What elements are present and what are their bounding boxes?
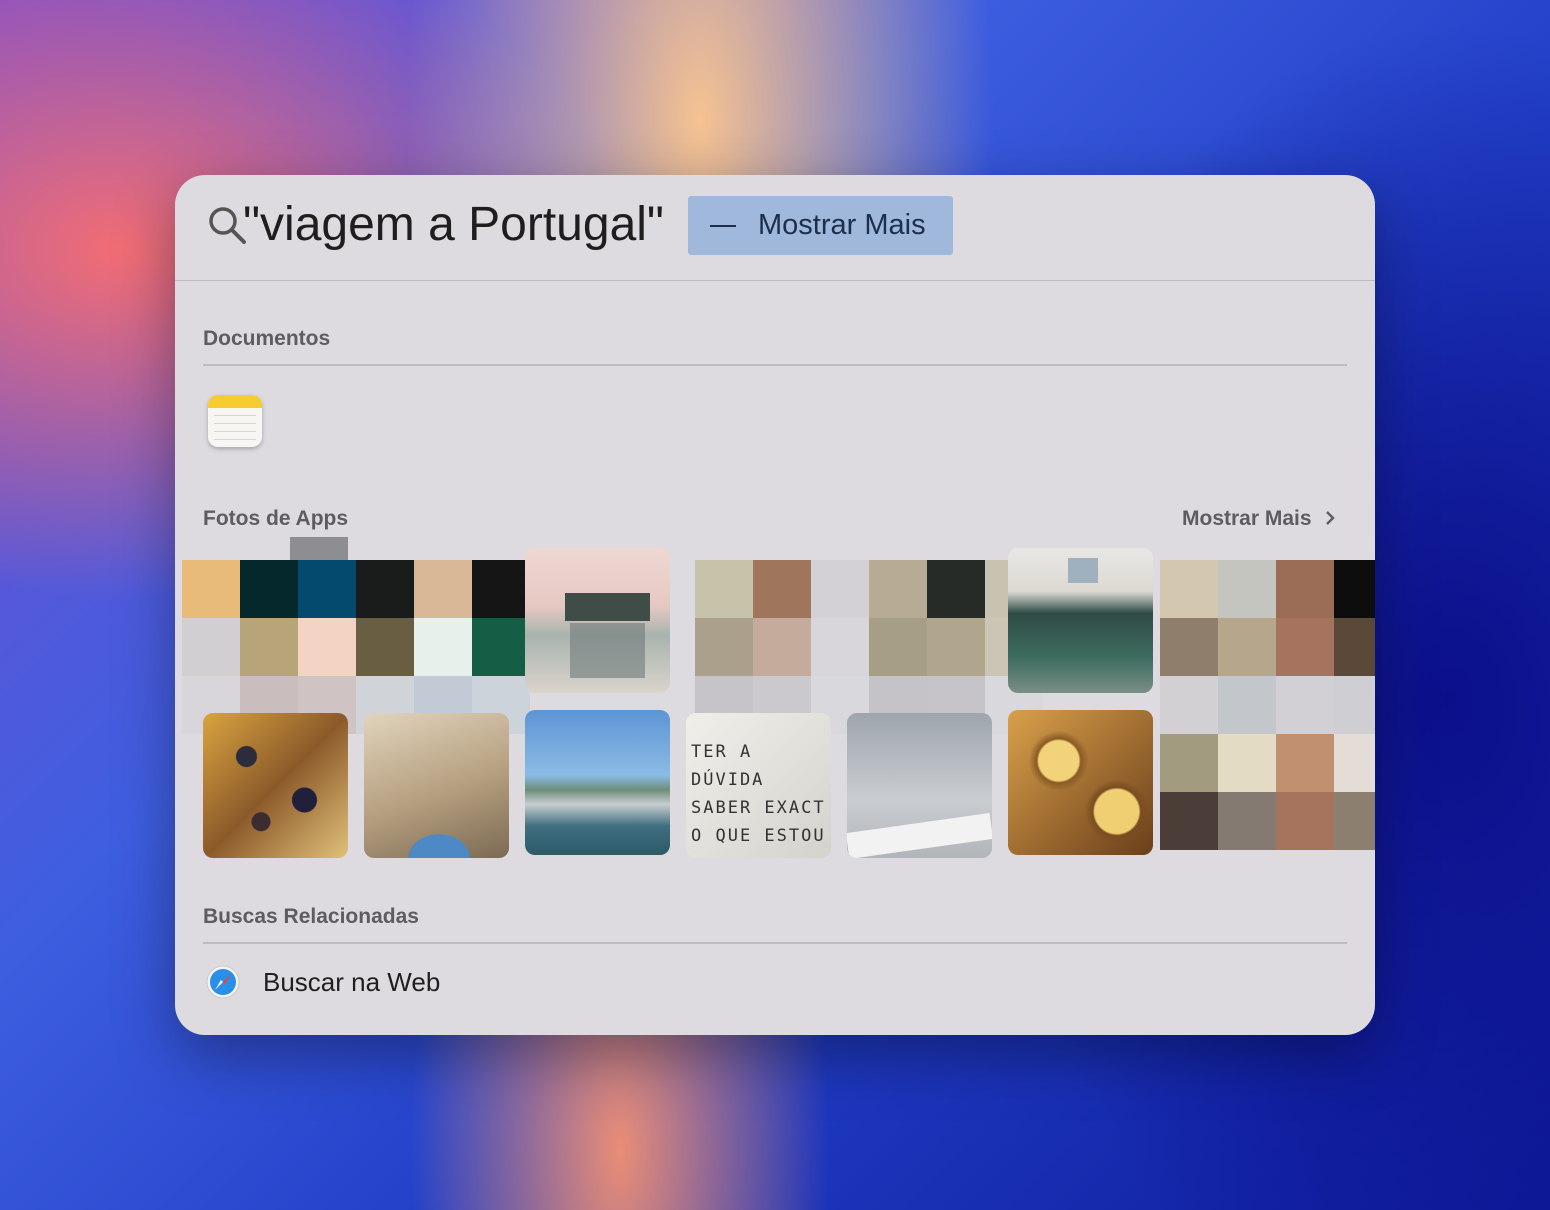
section-documents: Documentos	[203, 327, 331, 350]
search-bar[interactable]: "viagem a Portugal" Mostrar Mais	[175, 175, 1375, 281]
photo-pixelated-1[interactable]	[182, 560, 530, 734]
chevron-right-icon	[1326, 511, 1336, 525]
photo-tile-shop[interactable]	[1008, 548, 1153, 693]
show-more-label: Mostrar Mais	[758, 209, 926, 241]
photo-pixel-top	[290, 537, 348, 560]
photo-pixelated-2[interactable]	[695, 560, 1043, 734]
photo-pasteis[interactable]	[1008, 710, 1153, 855]
search-query[interactable]: "viagem a Portugal"	[243, 197, 664, 252]
photo-pixelated-3[interactable]	[1160, 560, 1375, 850]
search-web-result[interactable]: Buscar na Web	[263, 967, 440, 998]
section-related: Buscas Relacionadas	[203, 905, 419, 928]
safari-icon	[206, 965, 240, 999]
dash-icon	[710, 224, 736, 227]
notes-icon[interactable]	[208, 395, 262, 447]
section-photos: Fotos de Apps	[203, 507, 349, 530]
photo-arch[interactable]	[364, 713, 509, 858]
spotlight-panel: "viagem a Portugal" Mostrar Mais Documen…	[175, 175, 1375, 1035]
photo-tiles-text[interactable]: TER A DÚVIDA SABER EXACT O QUE ESTOU	[686, 713, 831, 858]
divider	[203, 942, 1347, 944]
photo-food[interactable]	[203, 713, 348, 858]
photo-sky-sign[interactable]	[847, 713, 992, 858]
photo-storefront[interactable]	[525, 548, 670, 693]
show-more-suggestion[interactable]: Mostrar Mais	[688, 196, 953, 255]
divider	[203, 364, 1347, 366]
photo-marina[interactable]	[525, 710, 670, 855]
show-more-photos-button[interactable]: Mostrar Mais	[1182, 507, 1337, 531]
